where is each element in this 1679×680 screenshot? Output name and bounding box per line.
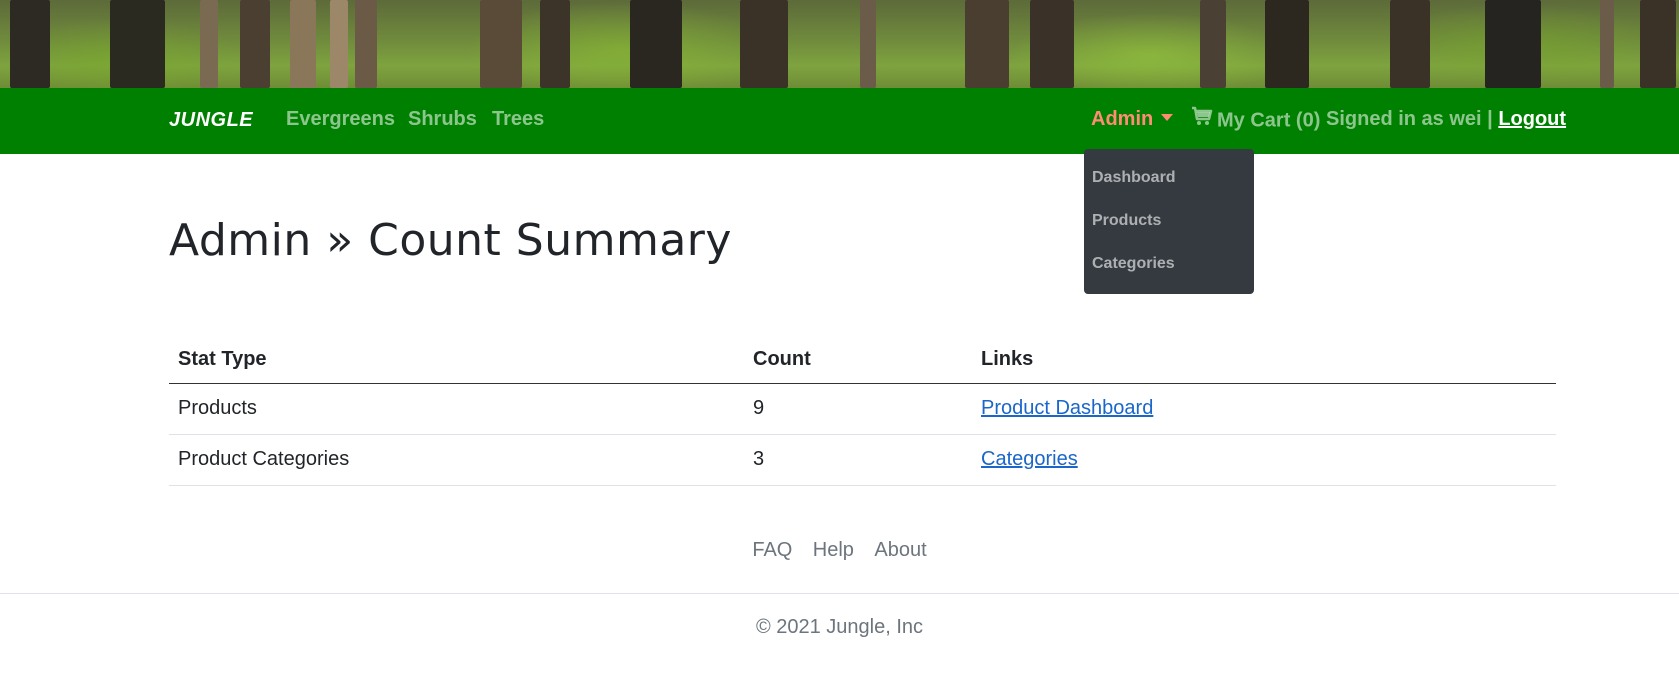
nav-link-trees[interactable]: Trees <box>492 108 544 131</box>
signed-in-text: Signed in as wei | <box>1326 108 1493 130</box>
product-dashboard-link[interactable]: Product Dashboard <box>981 397 1153 420</box>
footer-link-help[interactable]: Help <box>813 539 854 561</box>
column-header-links: Links <box>981 348 1034 370</box>
categories-link[interactable]: Categories <box>981 448 1078 471</box>
nav-link-evergreens[interactable]: Evergreens <box>286 108 395 131</box>
page-title: Admin » Count Summary <box>169 215 732 266</box>
logout-link[interactable]: Logout <box>1498 108 1566 130</box>
admin-dropdown-menu: Dashboard Products Categories <box>1084 149 1254 294</box>
count-summary-table: Stat Type Count Links Products 9 Product… <box>169 340 1556 486</box>
header-banner-image <box>0 0 1679 88</box>
brand-logo[interactable]: JUNGLE <box>169 109 253 132</box>
dropdown-item-dashboard[interactable]: Dashboard <box>1092 169 1176 187</box>
nav-link-shrubs[interactable]: Shrubs <box>408 108 477 131</box>
footer-divider <box>0 593 1679 594</box>
cart-label: My Cart (0) <box>1217 109 1321 132</box>
admin-dropdown-toggle[interactable]: Admin <box>1091 108 1174 131</box>
count-cell: 3 <box>753 448 765 470</box>
table-row: Product Categories 3 Categories <box>169 435 1556 486</box>
footer-links: FAQ Help About <box>0 539 1679 562</box>
top-navbar: JUNGLE Evergreens Shrubs Trees Admin My … <box>0 88 1679 154</box>
footer-link-about[interactable]: About <box>874 539 926 561</box>
column-header-stat-type: Stat Type <box>178 348 267 370</box>
copyright-text: © 2021 Jungle, Inc <box>755 616 924 638</box>
table-header-row: Stat Type Count Links <box>169 340 1556 384</box>
shopping-cart-icon <box>1191 106 1213 132</box>
stat-type-cell: Product Categories <box>178 448 350 470</box>
cart-link[interactable]: My Cart (0) <box>1191 106 1321 134</box>
stat-type-cell: Products <box>178 397 257 419</box>
dropdown-item-categories[interactable]: Categories <box>1092 255 1175 273</box>
chevron-down-icon <box>1161 114 1174 122</box>
count-cell: 9 <box>753 397 765 419</box>
table-row: Products 9 Product Dashboard <box>169 384 1556 435</box>
admin-label: Admin <box>1091 108 1154 130</box>
signed-in-status: Signed in as wei | Logout <box>1326 108 1566 131</box>
footer-link-faq[interactable]: FAQ <box>752 539 792 561</box>
column-header-count: Count <box>753 348 811 370</box>
dropdown-item-products[interactable]: Products <box>1092 212 1161 230</box>
